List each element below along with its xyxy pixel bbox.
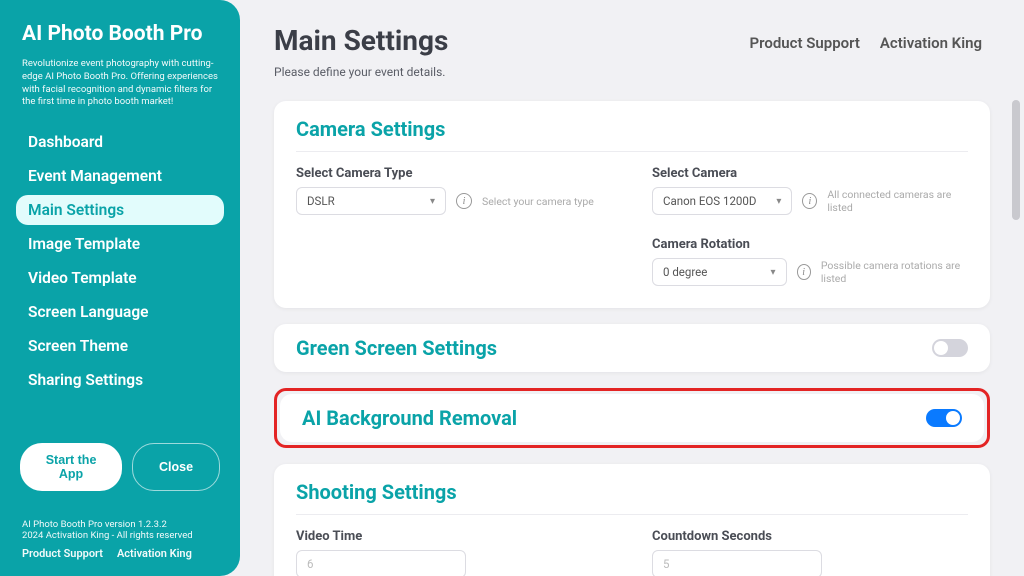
shooting-settings-card: Shooting Settings Video Time 6 Gif Repea… <box>274 464 990 576</box>
header-link-activation[interactable]: Activation King <box>880 34 982 52</box>
version-text: AI Photo Booth Pro version 1.2.3.2 <box>22 519 218 530</box>
rotation-value: 0 degree <box>663 265 707 279</box>
camera-type-select[interactable]: DSLR ▾ <box>296 187 446 215</box>
camera-settings-title: Camera Settings <box>296 117 968 141</box>
nav-sharing-settings[interactable]: Sharing Settings <box>16 365 224 395</box>
video-time-input[interactable]: 6 <box>296 550 466 576</box>
nav-screen-theme[interactable]: Screen Theme <box>16 331 224 361</box>
footer-link-activation[interactable]: Activation King <box>117 547 192 560</box>
ai-bg-highlight: AI Background Removal <box>274 388 990 448</box>
rotation-label: Camera Rotation <box>652 237 968 252</box>
camera-type-hint: Select your camera type <box>482 195 594 208</box>
footer-info: AI Photo Booth Pro version 1.2.3.2 2024 … <box>16 519 224 560</box>
nav-dashboard[interactable]: Dashboard <box>16 127 224 157</box>
ai-bg-toggle[interactable] <box>926 409 962 427</box>
chevron-down-icon: ▾ <box>430 196 435 207</box>
green-screen-title: Green Screen Settings <box>296 336 497 360</box>
countdown-label: Countdown Seconds <box>652 529 968 544</box>
sidebar: AI Photo Booth Pro Revolutionize event p… <box>0 0 240 576</box>
nav-main-settings[interactable]: Main Settings <box>16 195 224 225</box>
page-subtitle: Please define your event details. <box>274 65 990 79</box>
ai-bg-card: AI Background Removal <box>280 394 984 442</box>
nav-image-template[interactable]: Image Template <box>16 229 224 259</box>
video-time-label: Video Time <box>296 529 612 544</box>
header-link-support[interactable]: Product Support <box>750 34 860 52</box>
header-links: Product Support Activation King <box>750 34 982 52</box>
camera-hint: All connected cameras are listed <box>827 188 968 214</box>
sidebar-buttons: Start the App Close <box>16 443 224 491</box>
main-content: Product Support Activation King Main Set… <box>240 0 1024 576</box>
scrollbar[interactable] <box>1012 100 1020 220</box>
tagline: Revolutionize event photography with cut… <box>16 58 224 109</box>
green-screen-toggle[interactable] <box>932 339 968 357</box>
info-icon[interactable]: i <box>802 193 817 209</box>
nav-screen-language[interactable]: Screen Language <box>16 297 224 327</box>
green-screen-card: Green Screen Settings <box>274 324 990 372</box>
chevron-down-icon: ▾ <box>771 267 776 278</box>
rotation-select[interactable]: 0 degree ▾ <box>652 258 787 286</box>
close-button[interactable]: Close <box>132 443 220 491</box>
chevron-down-icon: ▾ <box>776 196 781 207</box>
rotation-hint: Possible camera rotations are listed <box>821 259 968 285</box>
camera-value: Canon EOS 1200D <box>663 194 756 208</box>
nav-event-management[interactable]: Event Management <box>16 161 224 191</box>
camera-type-label: Select Camera Type <box>296 166 612 181</box>
ai-bg-title: AI Background Removal <box>302 406 517 430</box>
shooting-title: Shooting Settings <box>296 480 968 504</box>
app-logo: AI Photo Booth Pro <box>16 22 224 46</box>
nav-video-template[interactable]: Video Template <box>16 263 224 293</box>
camera-select[interactable]: Canon EOS 1200D ▾ <box>652 187 792 215</box>
info-icon[interactable]: i <box>797 264 811 280</box>
start-app-button[interactable]: Start the App <box>20 443 122 491</box>
camera-label: Select Camera <box>652 166 968 181</box>
copyright-text: 2024 Activation King - All rights reserv… <box>22 530 218 541</box>
camera-settings-card: Camera Settings Select Camera Type DSLR … <box>274 101 990 308</box>
footer-link-support[interactable]: Product Support <box>22 547 103 560</box>
sidebar-nav: Dashboard Event Management Main Settings… <box>16 127 224 399</box>
countdown-input[interactable]: 5 <box>652 550 822 576</box>
info-icon[interactable]: i <box>456 193 472 209</box>
camera-type-value: DSLR <box>307 194 335 208</box>
